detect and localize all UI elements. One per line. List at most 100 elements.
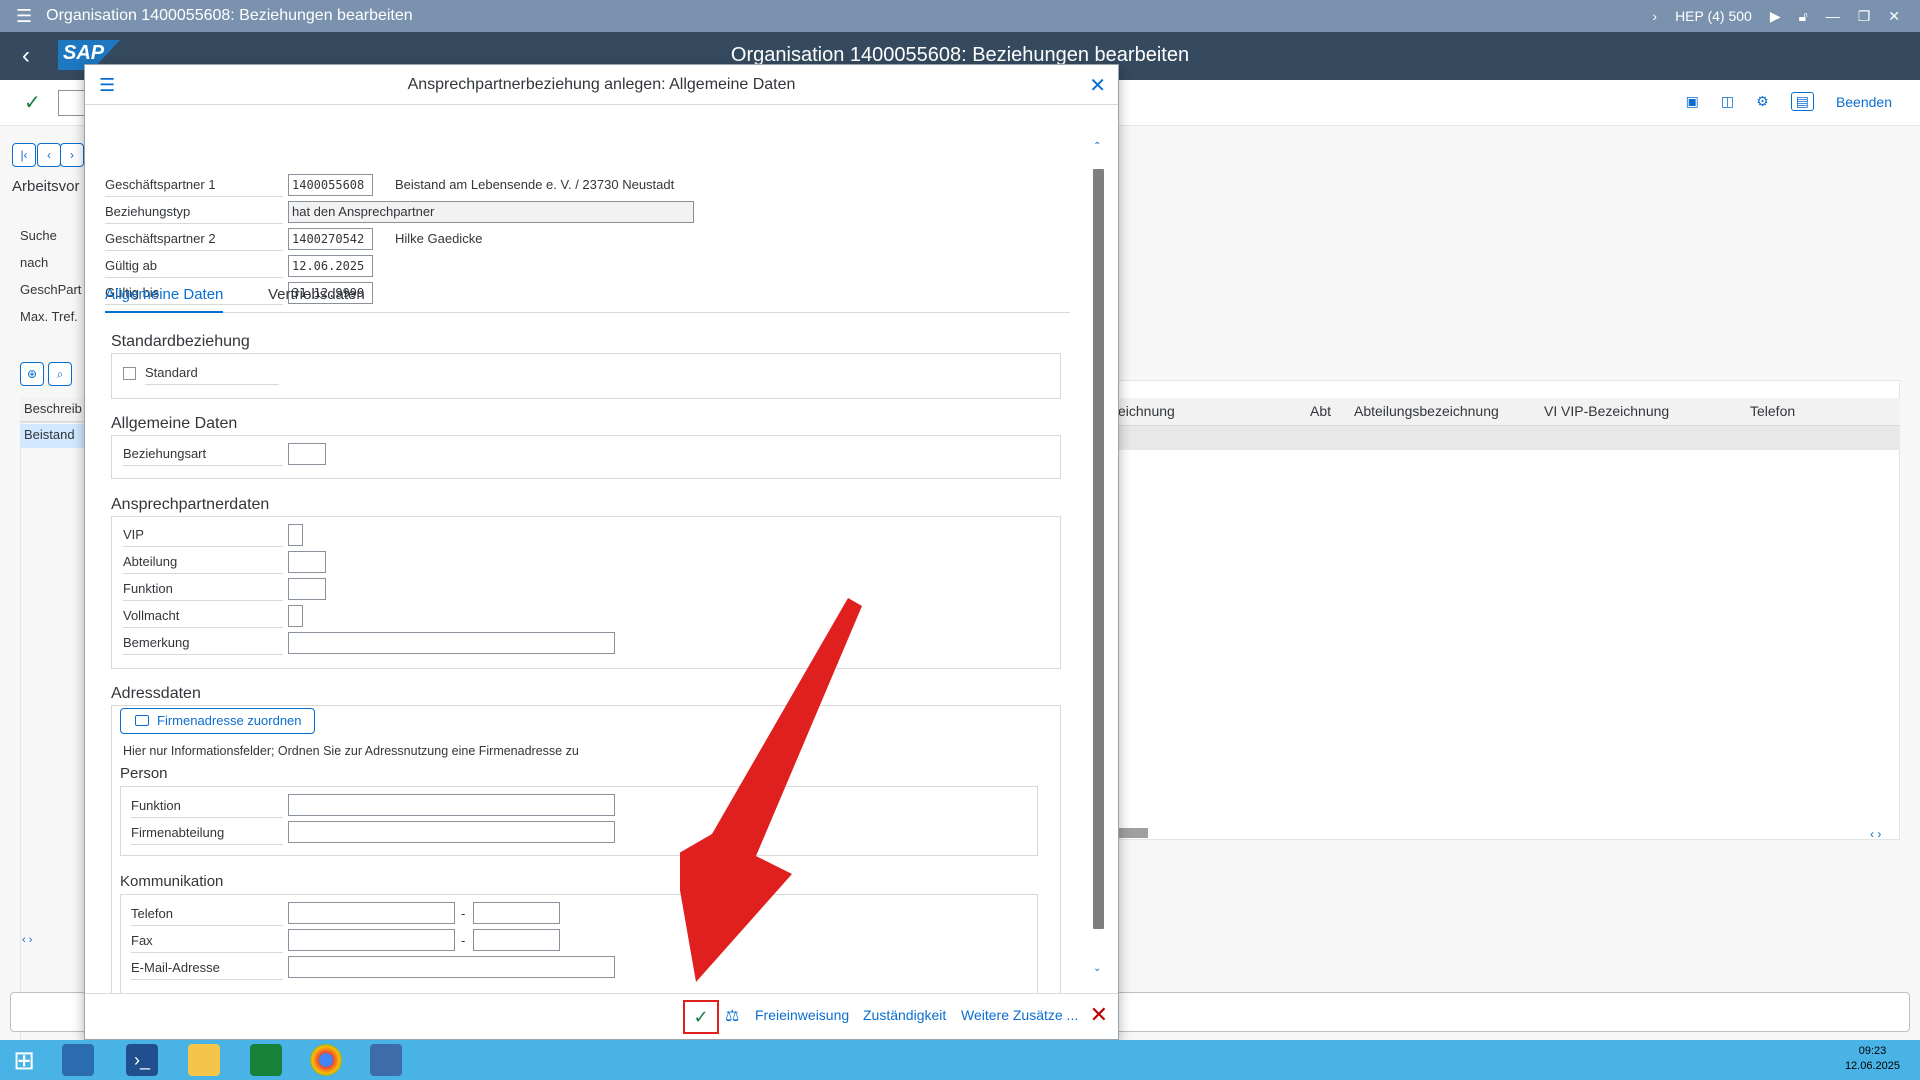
- col-dept: Abt: [1310, 403, 1332, 419]
- column-header-label: Beschreib: [24, 401, 82, 416]
- list-item[interactable]: Beistand: [20, 424, 86, 448]
- worklist-label: Arbeitsvor: [12, 178, 80, 195]
- more-additions-button[interactable]: Weitere Zusätze ...: [961, 1007, 1078, 1023]
- reltype-field: hat den Ansprechpartner: [288, 201, 694, 223]
- fax-label: Fax: [131, 929, 283, 953]
- settings-icon[interactable]: ⚙: [1756, 93, 1769, 110]
- prev-page-icon[interactable]: ‹: [37, 143, 61, 167]
- reltype-label: Beziehungstyp: [105, 200, 283, 224]
- bp2-description: Hilke Gaedicke: [395, 231, 483, 246]
- screen-icon[interactable]: ▤: [1790, 92, 1814, 111]
- dialog-header: ☰ Ansprechpartnerbeziehung anlegen: Allg…: [85, 65, 1118, 105]
- table-row[interactable]: [1110, 426, 1900, 450]
- function-label: Funktion: [123, 577, 283, 601]
- fax-field[interactable]: [288, 929, 455, 951]
- person-title: Person: [120, 765, 168, 782]
- file-explorer-icon[interactable]: [188, 1044, 220, 1076]
- column-header: Beschreib: [20, 398, 86, 422]
- system-info: HEP (4) 500: [1675, 8, 1752, 24]
- chevron-right-icon[interactable]: ›: [1652, 8, 1657, 24]
- first-page-icon[interactable]: |‹: [12, 143, 36, 167]
- unlock-icon[interactable]: 🔓︎: [1799, 8, 1808, 25]
- remark-field[interactable]: [288, 632, 615, 654]
- scrollbar-thumb[interactable]: [1093, 169, 1104, 929]
- horizontal-scrollbar[interactable]: [1118, 828, 1148, 838]
- next-page-icon[interactable]: ›: [60, 143, 84, 167]
- scroll-down-icon[interactable]: ⌄: [1093, 963, 1101, 974]
- list-item-label: Beistand: [24, 427, 75, 442]
- phone-dash: -: [461, 906, 466, 921]
- list-scroll-icon[interactable]: ‹ ›: [22, 934, 32, 946]
- chrome-icon[interactable]: [310, 1044, 342, 1076]
- fax-dash: -: [461, 933, 466, 948]
- power-of-attorney-field[interactable]: [288, 605, 303, 627]
- department-label: Abteilung: [123, 550, 283, 574]
- dialog-close-icon[interactable]: ✕: [1089, 73, 1106, 98]
- window-icon[interactable]: ◫: [1721, 93, 1734, 110]
- address-card-icon: [135, 715, 149, 726]
- col-dept-desc: Abteilungsbezeichnung: [1354, 403, 1499, 419]
- scroll-up-icon[interactable]: ⌃: [1093, 141, 1101, 152]
- os-taskbar: ⊞ ›_ 09:23 12.06.2025: [0, 1040, 1920, 1080]
- col-vi: VI: [1544, 403, 1558, 419]
- department-field[interactable]: [288, 551, 326, 573]
- email-field[interactable]: [288, 956, 615, 978]
- menu-icon[interactable]: ☰: [16, 6, 32, 27]
- sap-gui-icon[interactable]: [370, 1044, 402, 1076]
- valid-from-field[interactable]: 12.06.2025: [288, 255, 373, 277]
- power-of-attorney-label: Vollmacht: [123, 604, 283, 628]
- table-header: eichnung Abt Abteilungsbezeichnung VI VI…: [1110, 398, 1900, 426]
- phone-field[interactable]: [288, 902, 455, 924]
- tab-sales-data[interactable]: Vertriebsdaten: [268, 283, 365, 313]
- function-field[interactable]: [288, 578, 326, 600]
- left-panel: |‹ ‹ › Arbeitsvor Suche nach GeschPart M…: [0, 126, 86, 1072]
- close-window-icon[interactable]: ✕: [1888, 8, 1900, 25]
- exit-button[interactable]: Beenden: [1836, 94, 1892, 110]
- bp1-label: Geschäftspartner 1: [105, 173, 283, 197]
- bp1-description: Beistand am Lebensende e. V. / 23730 Neu…: [395, 177, 675, 192]
- search-label: Suche: [20, 228, 57, 243]
- tab-general-data[interactable]: Allgemeine Daten: [105, 283, 224, 313]
- calendar-icon[interactable]: ▣: [1686, 93, 1699, 110]
- address-info-text: Hier nur Informationsfelder; Ordnen Sie …: [123, 744, 579, 758]
- phone-ext-field[interactable]: [473, 902, 560, 924]
- zoom-in-icon[interactable]: ⊕: [20, 362, 44, 386]
- bp2-label: Geschäftspartner 2: [105, 227, 283, 251]
- fax-ext-field[interactable]: [473, 929, 560, 951]
- person-function-field[interactable]: [288, 794, 615, 816]
- max-hits-label: Max. Tref.: [20, 309, 78, 324]
- assign-company-address-button[interactable]: Firmenadresse zuordnen: [120, 708, 315, 734]
- store-icon[interactable]: [250, 1044, 282, 1076]
- balance-icon[interactable]: ⚖: [725, 1006, 739, 1026]
- zoom-icon[interactable]: ⌕: [48, 362, 72, 386]
- bp1-field[interactable]: 1400055608: [288, 174, 373, 196]
- standard-checkbox-label: Standard: [145, 361, 279, 385]
- cancel-icon[interactable]: ✕: [1090, 1002, 1108, 1028]
- play-icon[interactable]: ▶: [1770, 8, 1781, 25]
- by-label: nach: [20, 255, 49, 270]
- assign-company-address-label: Firmenadresse zuordnen: [157, 713, 302, 728]
- communication-title: Kommunikation: [120, 873, 224, 890]
- responsibility-button[interactable]: Zuständigkeit: [863, 1007, 946, 1023]
- restore-icon[interactable]: ❐: [1858, 8, 1871, 25]
- confirm-icon[interactable]: ✓: [24, 90, 41, 115]
- scroll-arrows-icon[interactable]: ‹ ›: [1870, 827, 1881, 841]
- windows-start-icon[interactable]: ⊞: [8, 1044, 40, 1076]
- person-function-label: Funktion: [131, 794, 283, 818]
- dialog-footer: ✓ ⚖ Freieinweisung Zuständigkeit Weitere…: [85, 993, 1118, 1039]
- sap-logon-icon[interactable]: [62, 1044, 94, 1076]
- section-general-title: Allgemeine Daten: [111, 415, 238, 432]
- standard-checkbox[interactable]: [123, 367, 136, 380]
- list-container: [20, 422, 86, 1072]
- company-dept-field[interactable]: [288, 821, 615, 843]
- vip-label: VIP: [123, 523, 283, 547]
- confirm-button[interactable]: ✓: [683, 1000, 719, 1034]
- powershell-icon[interactable]: ›_: [126, 1044, 158, 1076]
- valid-from-label: Gültig ab: [105, 254, 283, 278]
- relationship-kind-field[interactable]: [288, 443, 326, 465]
- minimize-icon[interactable]: —: [1826, 8, 1840, 24]
- bp2-field[interactable]: 1400270542: [288, 228, 373, 250]
- dialog-scrollbar[interactable]: ⌃: [1091, 141, 1104, 929]
- vip-field[interactable]: [288, 524, 303, 546]
- release-button[interactable]: Freieinweisung: [755, 1007, 849, 1023]
